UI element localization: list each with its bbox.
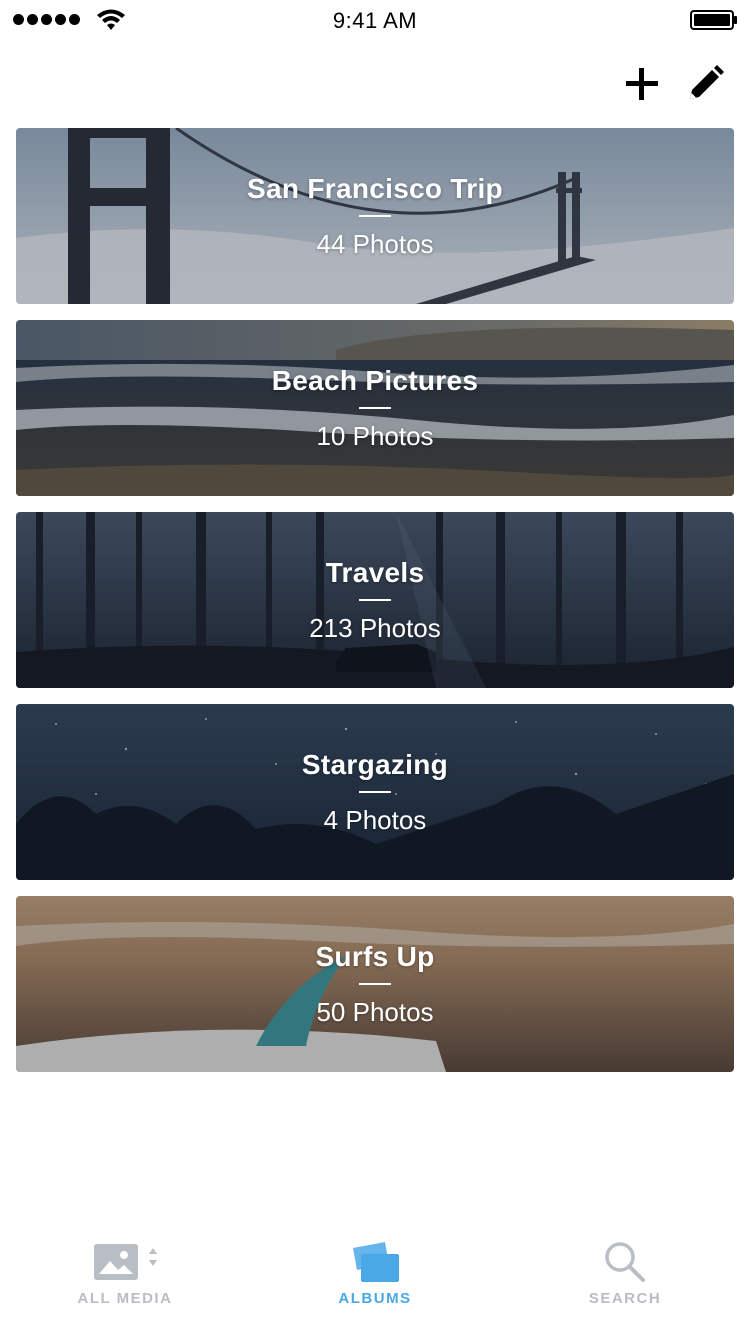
album-photo-count: 10 Photos [316,420,434,451]
image-icon [94,1244,157,1280]
album-list: San Francisco Trip 44 Photos Beach Pictu… [16,128,734,1088]
divider [359,790,391,793]
album-title: Stargazing [301,748,449,780]
add-album-button[interactable] [620,62,664,106]
album-card-surfs-up[interactable]: Surfs Up 50 Photos [16,896,734,1072]
plus-icon [626,68,658,100]
search-icon [605,1242,645,1282]
album-card-stargazing[interactable]: Stargazing 4 Photos [16,704,734,880]
album-photo-count: 213 Photos [309,612,441,643]
album-title: Beach Pictures [271,364,479,396]
battery-icon [690,10,737,30]
tab-albums[interactable]: ALBUMS [250,1224,500,1334]
album-title: San Francisco Trip [247,172,503,204]
divider [359,406,391,409]
tab-label: ALBUMS [338,1290,412,1307]
edit-albums-button[interactable] [683,62,727,106]
divider [359,214,391,217]
divider [359,982,391,985]
status-time: 9:41 AM [332,8,418,33]
tab-search[interactable]: SEARCH [500,1224,750,1334]
albums-icon [353,1242,399,1282]
album-card-travels[interactable]: Travels 213 Photos [16,512,734,688]
album-title: Surfs Up [315,940,435,972]
tab-all-media[interactable]: ALL MEDIA [0,1224,250,1334]
status-bar: 9:41 AM [0,0,750,40]
tab-label: ALL MEDIA [77,1290,173,1307]
tab-bar: ALL MEDIA ALBUMS SEARCH [0,1224,750,1334]
album-photo-count: 4 Photos [323,804,427,835]
album-card-beach-pictures[interactable]: Beach Pictures 10 Photos [16,320,734,496]
tab-label: SEARCH [588,1290,662,1307]
album-card-san-francisco-trip[interactable]: San Francisco Trip 44 Photos [16,128,734,304]
divider [359,598,391,601]
pencil-icon [690,65,724,99]
album-photo-count: 50 Photos [316,996,434,1027]
album-photo-count: 44 Photos [316,228,434,259]
album-title: Travels [325,556,425,588]
